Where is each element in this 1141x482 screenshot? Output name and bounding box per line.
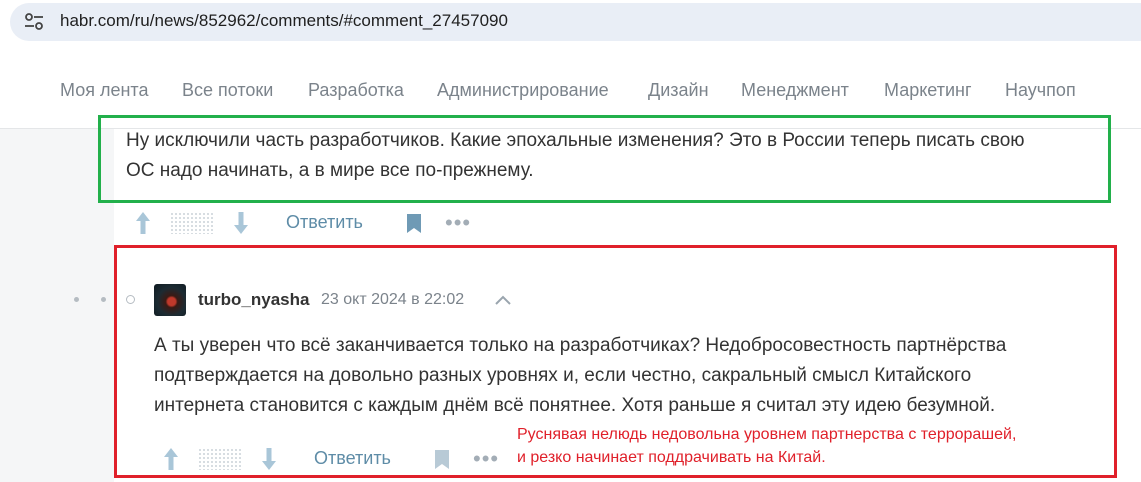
nav-item-management[interactable]: Менеджмент — [741, 80, 849, 101]
more-options-button[interactable]: ••• — [445, 212, 471, 234]
nav-item-marketing[interactable]: Маркетинг — [884, 80, 972, 101]
annotation-line: Руснявая нелюдь недовольна уровнем партн… — [517, 426, 1017, 443]
nav-item-popsci[interactable]: Научпоп — [1005, 80, 1076, 101]
comment-actions: Ответить ••• — [134, 210, 484, 240]
rating-score — [170, 212, 214, 234]
highlight-box-green — [98, 115, 1111, 203]
browser-address-bar: habr.com/ru/news/852962/comments/#commen… — [0, 0, 1141, 52]
nav-item-my-feed[interactable]: Моя лента — [60, 80, 148, 101]
vote-down-icon[interactable] — [232, 210, 250, 236]
tune-icon[interactable] — [24, 13, 44, 31]
url-text[interactable]: habr.com/ru/news/852962/comments/#commen… — [60, 11, 508, 31]
vote-up-icon[interactable] — [134, 210, 152, 236]
reply-button[interactable]: Ответить — [286, 212, 363, 233]
nav-item-design[interactable]: Дизайн — [648, 80, 709, 101]
thread-level-dot — [101, 297, 106, 302]
nav-item-all-streams[interactable]: Все потоки — [182, 80, 273, 101]
annotation-note: Руснявая нелюдь недовольна уровнем партн… — [517, 423, 1016, 469]
bookmark-icon[interactable] — [406, 213, 422, 234]
nav-item-administration[interactable]: Администрирование — [437, 80, 609, 101]
nav-item-development[interactable]: Разработка — [308, 80, 404, 101]
thread-level-dot — [74, 297, 79, 302]
annotation-line: и резко начинает поддрачивать на Китай. — [517, 449, 826, 466]
